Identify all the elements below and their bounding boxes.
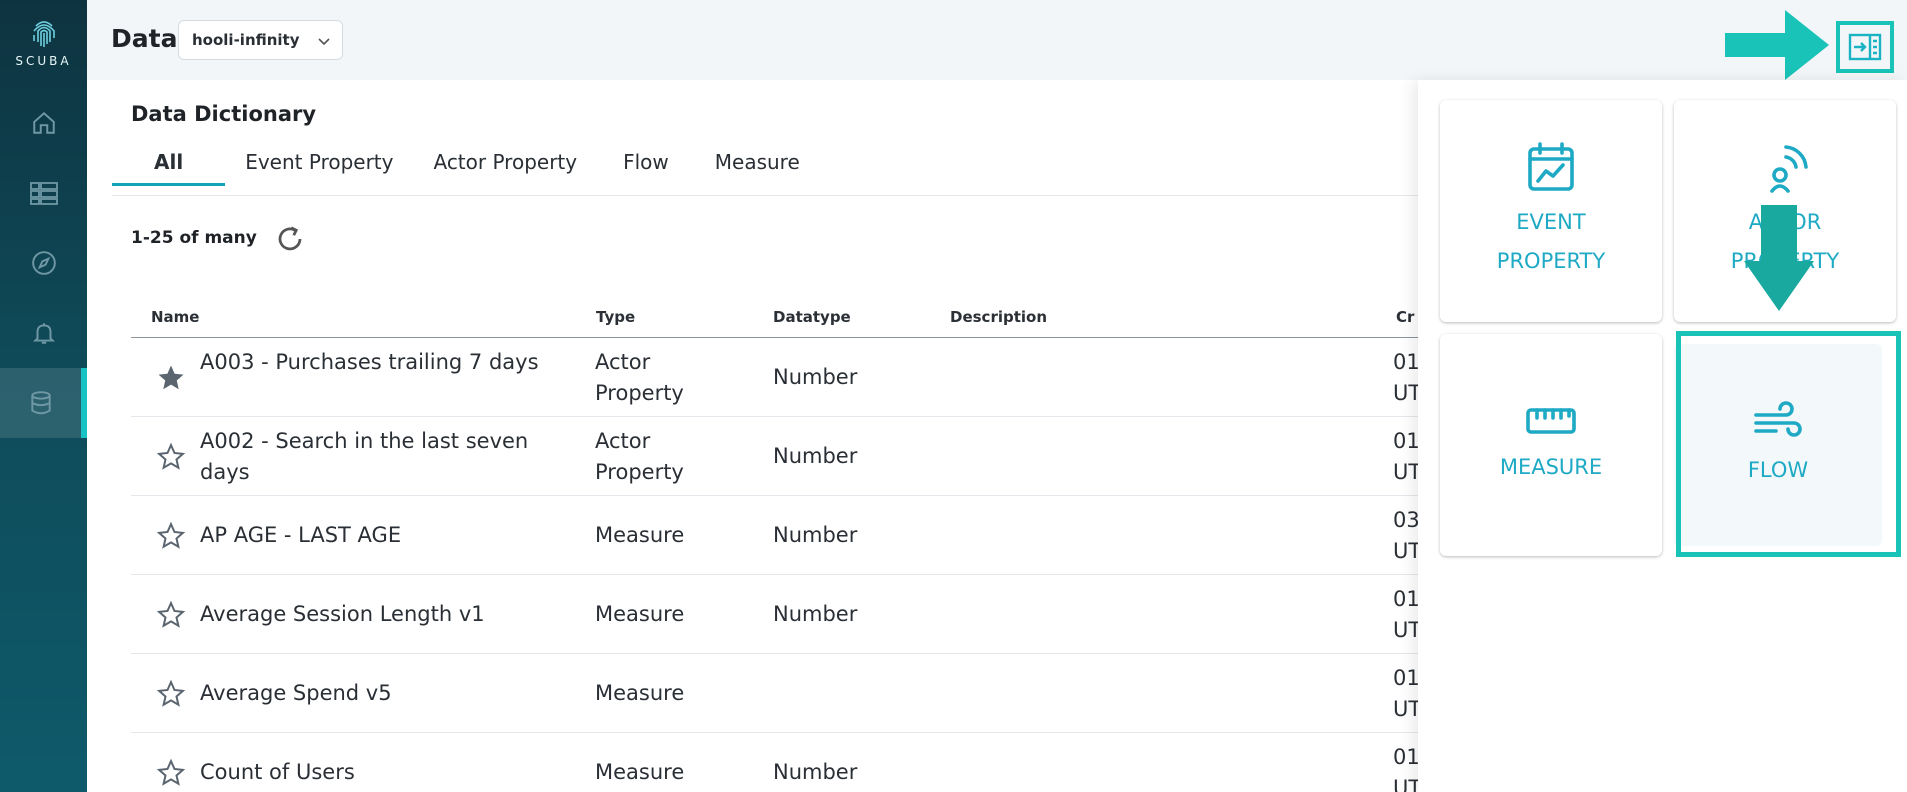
col-type[interactable]: Type (596, 308, 635, 326)
row-type: Measure (595, 602, 685, 626)
card-flow-label: FLOW (1747, 457, 1809, 482)
col-datatype[interactable]: Datatype (773, 308, 851, 326)
card-event-property[interactable]: EVENT PROPERTY (1440, 100, 1662, 322)
row-type: Actor Property (595, 350, 684, 405)
tab-bar: All Event Property Actor Property Flow M… (112, 144, 820, 186)
col-created[interactable]: Cr (1396, 308, 1414, 326)
row-datatype: Number (773, 760, 858, 784)
database-icon (30, 391, 51, 415)
sidebar-item-explore[interactable] (0, 228, 87, 298)
tab-actor-property[interactable]: Actor Property (413, 144, 597, 186)
table-row[interactable]: Average Spend v5 Measure 01 UT (131, 654, 1418, 733)
row-created: 03 UT (1393, 508, 1418, 563)
top-bar: Data hooli-infinity (87, 0, 1907, 80)
tab-measure[interactable]: Measure (695, 144, 820, 186)
row-name[interactable]: AP AGE - LAST AGE (200, 520, 580, 551)
collapse-panel-icon (1848, 33, 1882, 61)
main-content: Data Dictionary All Event Property Actor… (87, 80, 1418, 792)
row-type: Measure (595, 523, 685, 547)
star-outline-icon[interactable] (156, 600, 186, 630)
row-created: 01 UT (1393, 666, 1418, 721)
sidebar: SCUBA (0, 0, 87, 792)
sidebar-item-alerts[interactable] (0, 298, 87, 368)
tab-flow[interactable]: Flow (597, 144, 695, 186)
star-outline-icon[interactable] (156, 521, 186, 551)
card-measure[interactable]: MEASURE (1440, 334, 1662, 556)
table-header: Name Type Datatype Description Cr (131, 294, 1418, 338)
row-name[interactable]: A002 - Search in the last seven days (200, 426, 580, 488)
table-row[interactable]: Count of Users Measure Number 01 UT (131, 733, 1418, 792)
row-type: Actor Property (595, 429, 684, 484)
star-filled-icon[interactable] (156, 363, 186, 393)
add-item-panel: EVENT PROPERTY ACTOR PROPERTY MEASURE FL… (1418, 80, 1907, 792)
home-icon (32, 111, 55, 134)
row-created: 01 UT (1393, 745, 1418, 792)
col-name[interactable]: Name (151, 308, 199, 326)
calendar-chart-icon (1528, 142, 1574, 191)
row-datatype: Number (773, 365, 858, 389)
card-actor-property-label: ACTOR PROPERTY (1730, 210, 1840, 273)
tab-event-property[interactable]: Event Property (225, 144, 413, 186)
col-description[interactable]: Description (950, 308, 1047, 326)
logo[interactable]: SCUBA (0, 16, 87, 68)
tab-all[interactable]: All (112, 144, 226, 186)
row-name[interactable]: Average Spend v5 (200, 678, 580, 709)
logo-text: SCUBA (15, 54, 72, 68)
dataset-select-value: hooli-infinity (192, 31, 300, 49)
chevron-down-icon (318, 38, 330, 46)
row-datatype: Number (773, 523, 858, 547)
dataset-select[interactable]: hooli-infinity (178, 20, 343, 60)
row-created: 01 UT (1393, 587, 1418, 642)
section-title: Data Dictionary (131, 102, 317, 126)
row-type: Measure (595, 681, 685, 705)
wind-icon (1754, 400, 1802, 437)
card-event-property-label: EVENT PROPERTY (1496, 210, 1606, 273)
tabs-divider (112, 195, 1418, 196)
card-measure-label: MEASURE (1499, 454, 1603, 479)
result-count: 1-25 of many (131, 228, 257, 248)
page-title: Data (111, 24, 178, 53)
bell-icon (32, 323, 55, 344)
row-name[interactable]: Average Session Length v1 (200, 599, 580, 630)
actor-broadcast-icon (1770, 145, 1808, 193)
row-created: 01 UT (1393, 429, 1418, 484)
star-outline-icon[interactable] (156, 679, 186, 709)
toggle-panel-button[interactable] (1836, 21, 1894, 73)
fingerprint-icon (32, 21, 55, 47)
sidebar-item-home[interactable] (0, 88, 87, 158)
table-row[interactable]: A002 - Search in the last seven days Acto… (131, 417, 1418, 496)
compass-icon (31, 251, 56, 275)
grid-icon (29, 182, 58, 205)
card-flow[interactable]: FLOW (1674, 344, 1882, 546)
star-outline-icon[interactable] (156, 758, 186, 788)
table-row[interactable]: A003 - Purchases trailing 7 days Actor Pr… (131, 338, 1418, 417)
row-datatype: Number (773, 602, 858, 626)
star-outline-icon[interactable] (156, 442, 186, 472)
table-row[interactable]: AP AGE - LAST AGE Measure Number 03 UT (131, 496, 1418, 575)
refresh-icon[interactable] (275, 224, 305, 254)
row-type: Measure (595, 760, 685, 784)
row-name[interactable]: Count of Users (200, 757, 580, 788)
row-created: 01 UT (1393, 350, 1418, 405)
sidebar-item-data[interactable] (0, 368, 87, 438)
table-row[interactable]: Average Session Length v1 Measure Number 01… (131, 575, 1418, 654)
ruler-icon (1526, 407, 1576, 434)
sidebar-item-boards[interactable] (0, 158, 87, 228)
card-actor-property[interactable]: ACTOR PROPERTY (1674, 100, 1896, 322)
row-name[interactable]: A003 - Purchases trailing 7 days (200, 347, 580, 378)
row-datatype: Number (773, 444, 858, 468)
